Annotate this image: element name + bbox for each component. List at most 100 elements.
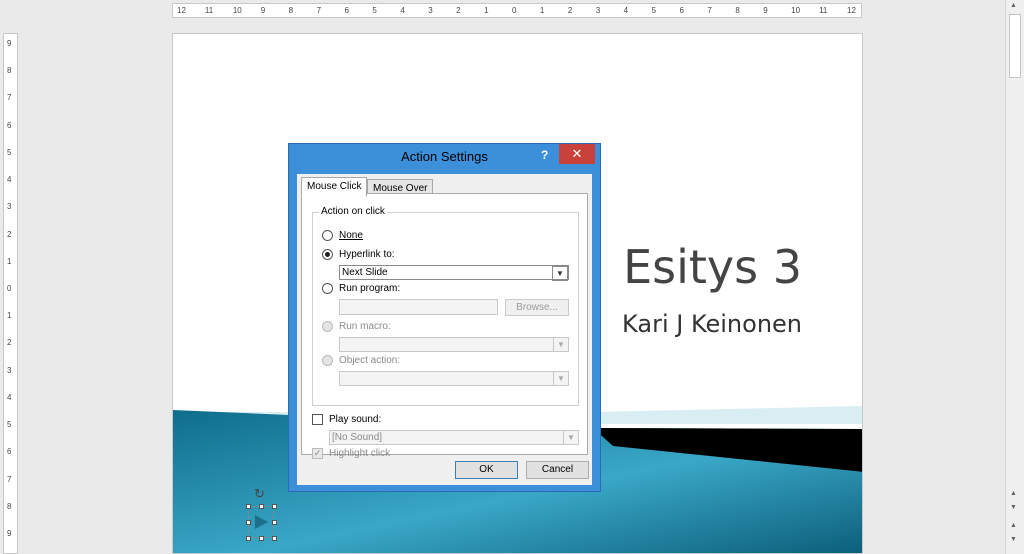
ruler-tick-label: 8	[7, 501, 12, 511]
horizontal-ruler: 12 11 10 9 8 7 6 5 4 3 2 1 0 1 2 3 4 5 6 7 8 9 10 11 12	[172, 3, 862, 18]
none-radio[interactable]	[322, 230, 333, 241]
option-object-action[interactable]: Object action:	[322, 355, 400, 366]
slide-title[interactable]: Esitys 3	[623, 240, 802, 294]
ruler-tick-label: 9	[260, 6, 266, 15]
ruler-tick-label: 11	[204, 6, 214, 15]
action-on-click-group: Action on click None Hyperlink to: Next …	[312, 206, 579, 406]
run-program-label: Run program:	[339, 283, 401, 294]
run-program-radio[interactable]	[322, 283, 333, 294]
resize-handle[interactable]	[246, 520, 251, 525]
ruler-tick-label: 2	[456, 6, 461, 15]
tab-panel: Action on click None Hyperlink to: Next …	[301, 193, 588, 459]
ruler-tick-label: 12	[177, 6, 186, 15]
hyperlink-label: Hyperlink to:	[339, 249, 395, 260]
ok-button[interactable]: OK	[455, 461, 518, 479]
sound-value: [No Sound]	[332, 432, 383, 443]
ruler-tick-label: 5	[7, 420, 12, 430]
browse-button[interactable]: Browse...	[505, 299, 569, 316]
play-triangle-icon	[255, 515, 268, 529]
slide-subtitle[interactable]: Kari J Keinonen	[622, 310, 802, 338]
play-sound-label: Play sound:	[329, 414, 382, 425]
hyperlink-value: Next Slide	[342, 267, 388, 278]
ruler-tick-label: 10	[232, 6, 242, 15]
help-icon[interactable]: ?	[541, 148, 548, 162]
chevron-down-icon[interactable]: ▼	[553, 338, 568, 351]
scroll-up-arrow-icon[interactable]: ▲	[1010, 490, 1017, 497]
hyperlink-radio[interactable]	[322, 249, 333, 260]
ruler-tick-label: 9	[7, 39, 12, 48]
ruler-tick-label: 3	[7, 365, 12, 375]
ruler-tick-label: 9	[7, 529, 12, 538]
ruler-tick-label: 12	[847, 6, 856, 15]
ruler-tick-label: 0	[512, 6, 517, 15]
resize-handle[interactable]	[259, 536, 264, 541]
chevron-down-icon[interactable]: ▼	[553, 372, 568, 385]
ruler-tick-label: 8	[288, 6, 294, 15]
object-action-radio[interactable]	[322, 355, 333, 366]
highlight-click-row[interactable]: ✓ Highlight click	[312, 448, 390, 459]
ruler-tick-label: 1	[484, 6, 489, 15]
dialog-body: Mouse Click Mouse Over Action on click N…	[297, 174, 592, 485]
highlight-click-checkbox[interactable]: ✓	[312, 448, 323, 459]
chevron-down-icon[interactable]: ▼	[552, 266, 568, 281]
macro-select[interactable]: ▼	[339, 337, 569, 352]
vertical-ruler: 9 8 7 6 5 4 3 2 1 0 1 2 3 4 5 6 7 8 9	[3, 33, 18, 554]
ruler-tick-label: 7	[7, 474, 12, 484]
ruler-tick-label: 5	[651, 6, 657, 15]
chevron-down-icon[interactable]: ▼	[563, 431, 578, 444]
ruler-tick-label: 4	[7, 175, 12, 185]
cancel-button[interactable]: Cancel	[526, 461, 589, 479]
group-label: Action on click	[319, 206, 387, 217]
run-macro-label: Run macro:	[339, 321, 391, 332]
ruler-tick-label: 2	[7, 338, 12, 348]
object-action-select[interactable]: ▼	[339, 371, 569, 386]
close-icon[interactable]: ✕	[559, 144, 595, 164]
resize-handle[interactable]	[272, 520, 277, 525]
ruler-tick-label: 1	[7, 311, 12, 321]
ruler-tick-label: 7	[316, 6, 322, 15]
ruler-tick-label: 7	[707, 6, 712, 15]
action-button-shape[interactable]	[246, 504, 277, 541]
option-hyperlink[interactable]: Hyperlink to:	[322, 249, 395, 260]
ruler-tick-label: 5	[372, 6, 377, 15]
play-sound-row[interactable]: Play sound:	[312, 414, 381, 425]
run-macro-radio[interactable]	[322, 321, 333, 332]
resize-handle[interactable]	[272, 504, 277, 509]
ruler-tick-label: 4	[7, 392, 12, 402]
option-run-program[interactable]: Run program:	[322, 283, 400, 294]
option-none[interactable]: None	[322, 230, 363, 241]
page-up-icon[interactable]: ▲	[1010, 522, 1017, 529]
sound-select[interactable]: [No Sound] ▼	[329, 430, 579, 445]
ruler-tick-label: 2	[7, 229, 12, 239]
option-run-macro[interactable]: Run macro:	[322, 321, 391, 332]
rotate-icon[interactable]: ↻	[254, 486, 265, 502]
page-down-icon[interactable]: ▼	[1010, 536, 1017, 543]
play-sound-checkbox[interactable]	[312, 414, 323, 425]
ruler-tick-label: 1	[7, 256, 12, 266]
ruler-tick-label: 3	[595, 6, 601, 15]
none-label: None	[339, 230, 363, 241]
ruler-tick-label: 6	[7, 120, 12, 130]
ruler-tick-label: 1	[539, 6, 545, 15]
vertical-scrollbar[interactable]: ▲ ▲ ▼ ▲ ▼	[1005, 0, 1024, 554]
ruler-tick-label: 3	[428, 6, 433, 15]
ruler-tick-label: 5	[7, 147, 12, 157]
resize-handle[interactable]	[259, 504, 264, 509]
program-path-input[interactable]	[339, 299, 498, 315]
highlight-click-label: Highlight click	[329, 448, 391, 459]
resize-handle[interactable]	[246, 536, 251, 541]
scroll-thumb[interactable]	[1009, 14, 1021, 78]
ruler-tick-label: 10	[791, 6, 801, 15]
object-action-label: Object action:	[339, 355, 401, 366]
ruler-tick-label: 8	[735, 6, 740, 15]
ruler-tick-label: 11	[819, 6, 828, 15]
scroll-down-arrow-icon[interactable]: ▼	[1010, 504, 1017, 511]
resize-handle[interactable]	[272, 536, 277, 541]
scroll-up-arrow-icon[interactable]: ▲	[1010, 2, 1017, 9]
ruler-tick-label: 6	[679, 6, 684, 15]
ruler-tick-label: 6	[344, 6, 349, 15]
hyperlink-select[interactable]: Next Slide ▼	[339, 265, 569, 281]
tab-mouse-click[interactable]: Mouse Click	[301, 177, 368, 197]
action-settings-dialog: Action Settings ? ✕ Mouse Click Mouse Ov…	[288, 143, 601, 492]
resize-handle[interactable]	[246, 504, 251, 509]
